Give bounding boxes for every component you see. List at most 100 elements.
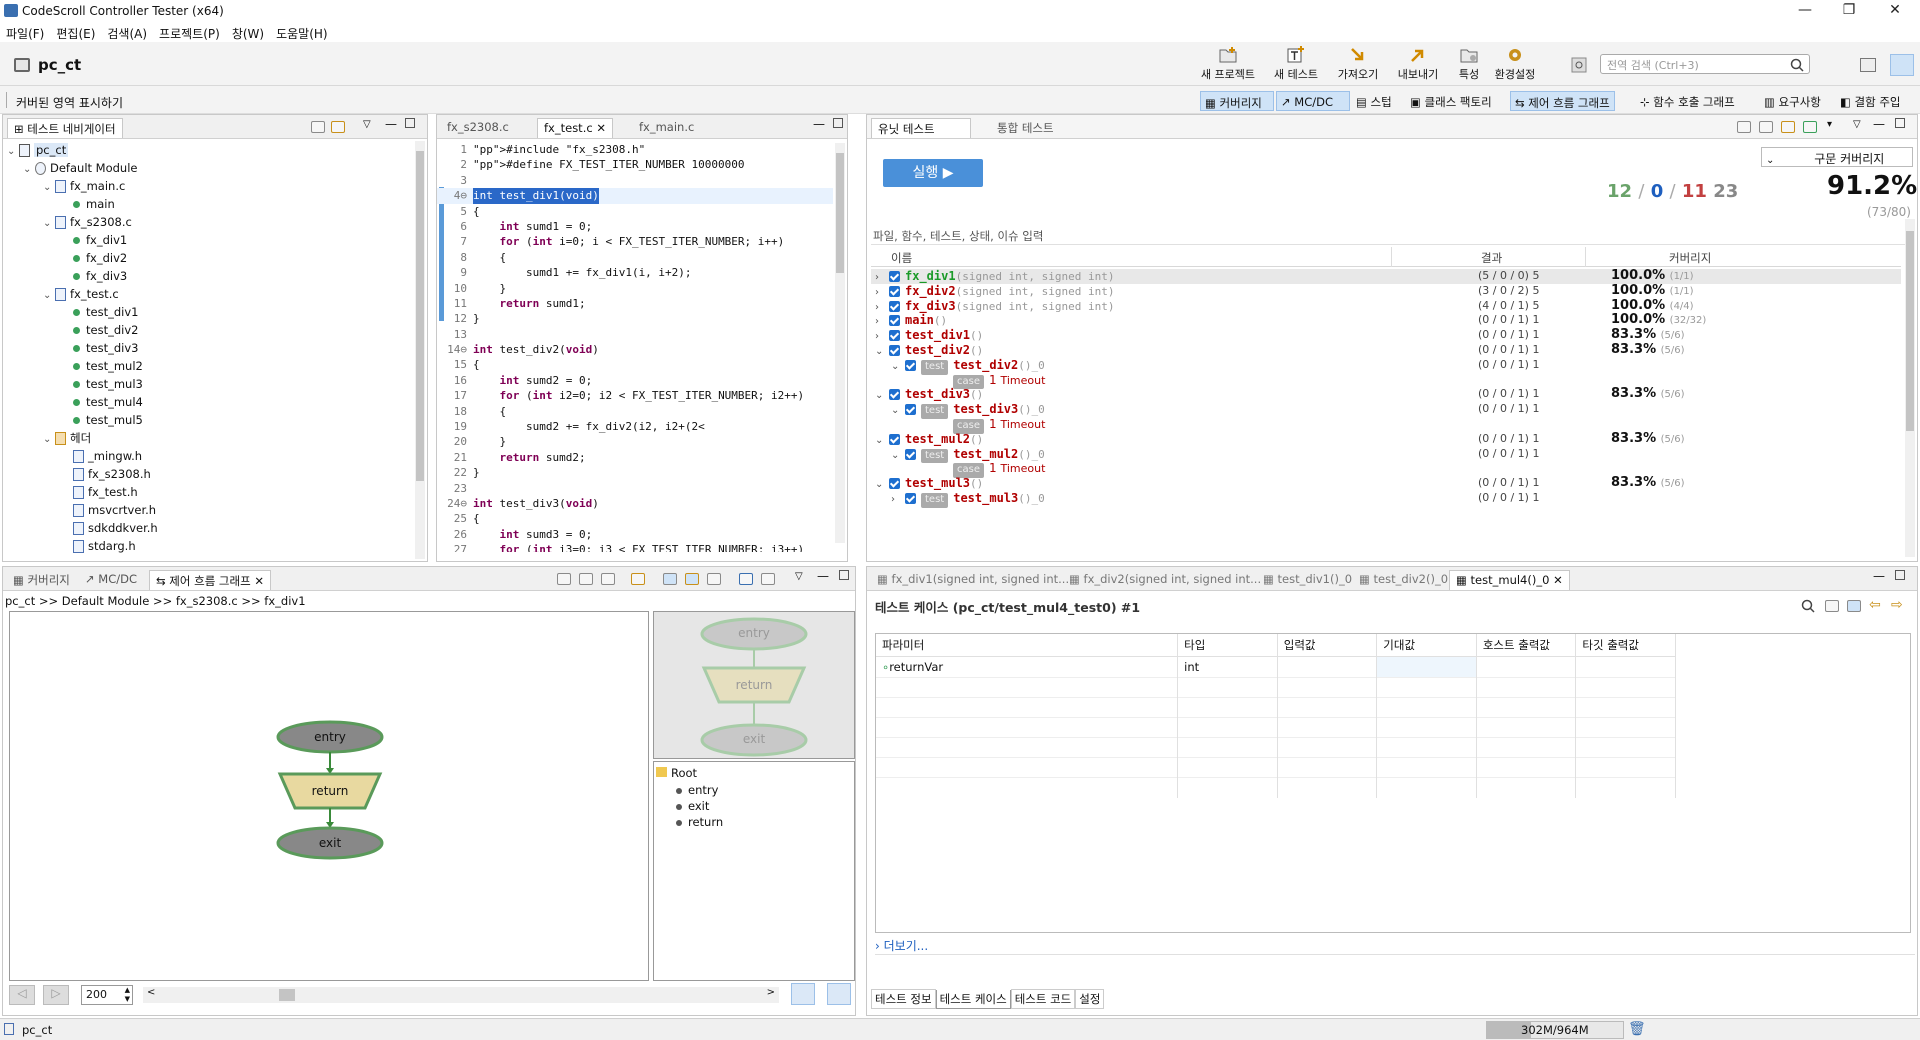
tab-test-info[interactable]: 테스트 정보: [871, 989, 936, 1009]
tab-unit-test[interactable]: 유닛 테스트: [871, 118, 971, 138]
tree-function[interactable]: fx_div3: [7, 267, 411, 285]
highlight-icon[interactable]: [685, 573, 699, 585]
heap-status[interactable]: 302M/964M: [1486, 1021, 1624, 1039]
maximize-view-icon[interactable]: [405, 118, 415, 128]
tree-function[interactable]: test_mul5: [7, 411, 411, 429]
tree-header-file[interactable]: fx_s2308.h: [7, 465, 411, 483]
global-search-icon[interactable]: [1570, 56, 1588, 74]
function-row[interactable]: ⌄ test_div2() (0 / 0 / 1) 1 83.3% (5/6): [871, 342, 1901, 358]
code-line[interactable]: 2 "pp">#define FX_TEST_ITER_NUMBER 100000…: [437, 157, 833, 172]
code-line[interactable]: 1 "pp">#include "fx_s2308.h": [437, 142, 833, 157]
fit-icon[interactable]: [601, 573, 615, 585]
function-row[interactable]: › fx_div2(signed int, signed int) (3 / 0 /…: [871, 283, 1901, 299]
export-button[interactable]: 내보내기: [1390, 46, 1446, 84]
test-case-row[interactable]: case 1 Timeout: [871, 373, 1901, 390]
checkbox[interactable]: [905, 359, 916, 371]
tree-header-file[interactable]: _mingw.h: [7, 447, 411, 465]
perspective-requirements[interactable]: ▥ 요구사항: [1760, 91, 1825, 111]
tab-test-case[interactable]: 테스트 케이스: [935, 990, 1011, 1009]
column-host-output[interactable]: 호스트 출력값: [1476, 634, 1577, 657]
tree-function[interactable]: test_mul3: [7, 375, 411, 393]
function-row[interactable]: › fx_div1(signed int, signed int) (5 / 0 /…: [871, 269, 1901, 284]
code-line[interactable]: 18 {: [437, 404, 833, 419]
tree-file[interactable]: ⌄ fx_main.c: [7, 177, 411, 195]
function-row[interactable]: › fx_div3(signed int, signed int) (4 / 0 /…: [871, 298, 1901, 314]
minimize-view-icon[interactable]: —: [385, 117, 397, 131]
covered-region-toggle[interactable]: 커버된 영역 표시하기: [16, 94, 123, 111]
code-line[interactable]: 7 for (int i=0; i < FX_TEST_ITER_NUMBER;…: [437, 234, 833, 249]
code-line[interactable]: 21 return sumd2;: [437, 450, 833, 465]
trash-icon[interactable]: 🗑: [1628, 1021, 1646, 1037]
maximize-view-icon[interactable]: [833, 118, 843, 128]
navigator-scrollbar[interactable]: [415, 141, 425, 559]
outline-item[interactable]: exit: [656, 798, 852, 814]
column-result[interactable]: 결과: [1481, 250, 1502, 266]
layout-icon[interactable]: [663, 573, 677, 585]
tab-test-case-editor[interactable]: ▦ test_div2()_0: [1353, 570, 1454, 590]
checkbox[interactable]: [889, 300, 900, 312]
search-icon[interactable]: [1801, 599, 1815, 613]
test-row[interactable]: ⌄ test test_mul2()_0 (0 / 0 / 1) 1: [871, 447, 1901, 464]
input-cell[interactable]: [1277, 656, 1378, 678]
function-row[interactable]: › main() (0 / 0 / 1) 1 100.0% (32/32): [871, 313, 1901, 328]
import-button[interactable]: 가져오기: [1330, 46, 1386, 84]
code-line[interactable]: 22}: [437, 465, 833, 480]
column-type[interactable]: 타입: [1177, 634, 1278, 657]
outline-item[interactable]: return: [656, 814, 852, 830]
code-line[interactable]: 4⊖ int test_div1(void): [437, 188, 833, 204]
checkbox[interactable]: [889, 433, 900, 445]
code-line[interactable]: 25 {: [437, 511, 833, 526]
column-parameter[interactable]: 파라미터: [876, 634, 1179, 657]
column-coverage[interactable]: 커버리지: [1669, 250, 1711, 266]
perspective-stub[interactable]: ▤ 스텁: [1352, 91, 1396, 111]
global-search-input[interactable]: 전역 검색 (Ctrl+3): [1600, 54, 1810, 74]
code-line[interactable]: 20 }: [437, 434, 833, 449]
unit-test-scrollbar[interactable]: [1905, 219, 1915, 557]
tab-editor-file[interactable]: fx_s2308.c: [441, 118, 515, 138]
close-icon[interactable]: ✕: [254, 574, 264, 588]
zoom-stepper[interactable]: 200 ▲ ▼: [81, 985, 133, 1005]
column-name[interactable]: 이름: [891, 250, 912, 266]
new-test-button[interactable]: 새 테스트: [1268, 46, 1324, 84]
checkbox[interactable]: [889, 271, 900, 282]
perspective-control-flow-graph[interactable]: ⇆ 제어 흐름 그래프: [1510, 91, 1615, 111]
checkbox[interactable]: [889, 330, 900, 342]
sync-icon[interactable]: [707, 573, 721, 585]
code-line[interactable]: 16 int sumd2 = 0;: [437, 373, 833, 388]
collapse-all-icon[interactable]: [311, 121, 325, 133]
tab-control-flow-graph[interactable]: ⇆ 제어 흐름 그래프 ✕: [149, 570, 271, 590]
entry-node[interactable]: entry: [300, 730, 360, 744]
code-line[interactable]: 27 for (int i3=0; i3 < FX_TEST_ITER_NUMB…: [437, 542, 833, 552]
minimize-icon[interactable]: —: [1790, 2, 1820, 20]
scrollbar-thumb[interactable]: [1906, 231, 1914, 431]
tree-header-file[interactable]: sdkddkver.h: [7, 519, 411, 537]
close-icon[interactable]: ✕: [1880, 2, 1910, 20]
code-line[interactable]: 26 int sumd3 = 0;: [437, 527, 833, 542]
cfg-canvas[interactable]: entry return exit: [9, 611, 649, 981]
tab-mcdc[interactable]: ↗ MC/DC: [79, 570, 143, 590]
column-input[interactable]: 입력값: [1277, 634, 1378, 657]
zoom-in-icon[interactable]: [557, 573, 571, 585]
collapse-all-icon[interactable]: [1759, 121, 1773, 133]
code-line[interactable]: 13: [437, 327, 833, 342]
checkbox[interactable]: [905, 448, 916, 460]
test-case-row[interactable]: case 1 Timeout: [871, 461, 1901, 479]
code-line[interactable]: 14⊖ int test_div2(void): [437, 342, 833, 357]
function-row[interactable]: › test_div1() (0 / 0 / 1) 1 83.3% (5/6): [871, 327, 1901, 343]
new-project-button[interactable]: 새 프로젝트: [1196, 46, 1260, 84]
checkbox[interactable]: [905, 404, 916, 416]
test-row[interactable]: ⌄ test test_div3()_0 (0 / 0 / 1) 1: [871, 402, 1901, 419]
expand-all-icon[interactable]: [1737, 121, 1751, 133]
exit-node[interactable]: exit: [300, 836, 360, 850]
run-button[interactable]: 실행 ▶: [883, 159, 983, 187]
checkbox[interactable]: [889, 389, 900, 401]
preferences-button[interactable]: 환경설정: [1488, 46, 1542, 84]
code-line[interactable]: 5{: [437, 204, 833, 219]
tree-function[interactable]: fx_div2: [7, 249, 411, 267]
column-target-output[interactable]: 타깃 출력값: [1575, 634, 1676, 657]
scroll-left-icon[interactable]: <: [147, 987, 155, 998]
expected-cell[interactable]: [1376, 656, 1477, 678]
zoom-search-icon[interactable]: [791, 983, 815, 1005]
close-icon[interactable]: ✕: [1553, 573, 1563, 587]
minimize-view-icon[interactable]: —: [817, 569, 829, 583]
